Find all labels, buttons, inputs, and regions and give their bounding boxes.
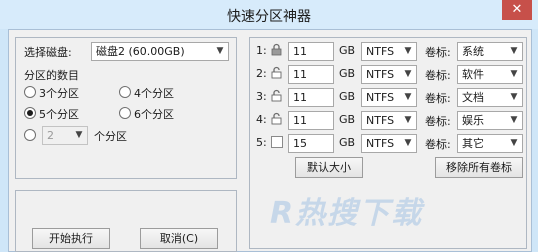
volume-label-value: 系统 xyxy=(462,45,484,58)
radio-3-label: 3个分区 xyxy=(39,87,79,100)
start-button[interactable]: 开始执行 xyxy=(32,228,110,249)
lock-open-icon[interactable] xyxy=(271,89,282,102)
chevron-down-icon: ▼ xyxy=(510,92,518,102)
size-unit: GB xyxy=(339,136,356,149)
radio-5-partitions[interactable] xyxy=(24,107,36,119)
chevron-down-icon: ▼ xyxy=(404,92,412,102)
size-unit: GB xyxy=(339,44,356,57)
partition-index: 5: xyxy=(256,136,267,149)
title-bar: 快速分区神器 ✕ xyxy=(0,0,538,29)
chevron-down-icon: ▼ xyxy=(216,46,224,56)
chevron-down-icon: ▼ xyxy=(510,46,518,56)
chevron-down-icon: ▼ xyxy=(75,130,83,140)
radio-4-partitions[interactable] xyxy=(119,86,131,98)
filesystem-select[interactable]: NTFS ▼ xyxy=(361,111,417,130)
volume-label-caption: 卷标: xyxy=(425,138,451,151)
size-unit: GB xyxy=(339,90,356,103)
custom-count-select[interactable]: 2 ▼ xyxy=(42,126,88,145)
radio-4-label: 4个分区 xyxy=(134,87,174,100)
default-size-button[interactable]: 默认大小 xyxy=(295,157,363,178)
chevron-down-icon: ▼ xyxy=(404,115,412,125)
chevron-down-icon: ▼ xyxy=(510,69,518,79)
volume-label-select[interactable]: 文档 ▼ xyxy=(457,88,523,107)
filesystem-select[interactable]: NTFS ▼ xyxy=(361,134,417,153)
filesystem-value: NTFS xyxy=(366,91,395,104)
partition-size-input[interactable]: 11 xyxy=(288,88,334,107)
filesystem-value: NTFS xyxy=(366,114,395,127)
volume-label-value: 软件 xyxy=(462,68,484,81)
watermark-logo: R热搜下载 xyxy=(270,196,424,231)
partition-checkbox[interactable] xyxy=(271,136,283,148)
partition-size-input[interactable]: 15 xyxy=(288,134,334,153)
disk-settings-panel: 选择磁盘: 磁盘2 (60.00GB) ▼ 分区的数目 3个分区 4个分区 5个… xyxy=(15,37,237,179)
volume-label-caption: 卷标: xyxy=(425,115,451,128)
radio-5-label: 5个分区 xyxy=(39,108,79,121)
custom-count-suffix: 个分区 xyxy=(94,130,127,143)
window-title: 快速分区神器 xyxy=(227,9,311,25)
volume-label-caption: 卷标: xyxy=(425,69,451,82)
chevron-down-icon: ▼ xyxy=(510,115,518,125)
disk-select[interactable]: 磁盘2 (60.00GB) ▼ xyxy=(91,42,229,61)
radio-3-partitions[interactable] xyxy=(24,86,36,98)
lock-closed-icon[interactable] xyxy=(271,43,282,56)
volume-label-value: 文档 xyxy=(462,91,484,104)
volume-label-select[interactable]: 娱乐 ▼ xyxy=(457,111,523,130)
chevron-down-icon: ▼ xyxy=(404,69,412,79)
partition-index: 2: xyxy=(256,67,267,80)
volume-label-value: 其它 xyxy=(462,137,484,150)
filesystem-value: NTFS xyxy=(366,45,395,58)
partition-index: 3: xyxy=(256,90,267,103)
volume-label-value: 娱乐 xyxy=(462,114,484,127)
partition-size-input[interactable]: 11 xyxy=(288,65,334,84)
lock-open-icon[interactable] xyxy=(271,66,282,79)
volume-label-select[interactable]: 其它 ▼ xyxy=(457,134,523,153)
volume-label-select[interactable]: 系统 ▼ xyxy=(457,42,523,61)
radio-6-label: 6个分区 xyxy=(134,108,174,121)
disk-label: 选择磁盘: xyxy=(24,46,72,59)
chevron-down-icon: ▼ xyxy=(510,138,518,148)
radio-6-partitions[interactable] xyxy=(119,107,131,119)
volume-label-caption: 卷标: xyxy=(425,46,451,59)
chevron-down-icon: ▼ xyxy=(404,46,412,56)
radio-custom-partitions[interactable] xyxy=(24,129,36,141)
action-panel: 开始执行 取消(C) xyxy=(15,190,237,252)
filesystem-select[interactable]: NTFS ▼ xyxy=(361,42,417,61)
volume-label-caption: 卷标: xyxy=(425,92,451,105)
volume-label-select[interactable]: 软件 ▼ xyxy=(457,65,523,84)
size-unit: GB xyxy=(339,113,356,126)
filesystem-value: NTFS xyxy=(366,137,395,150)
chevron-down-icon: ▼ xyxy=(404,138,412,148)
partition-size-input[interactable]: 11 xyxy=(288,42,334,61)
cancel-button[interactable]: 取消(C) xyxy=(140,228,218,249)
remove-all-labels-button[interactable]: 移除所有卷标 xyxy=(435,157,523,178)
close-button[interactable]: ✕ xyxy=(502,0,532,20)
filesystem-select[interactable]: NTFS ▼ xyxy=(361,65,417,84)
partition-index: 1: xyxy=(256,44,267,57)
custom-count-value: 2 xyxy=(47,129,54,142)
size-unit: GB xyxy=(339,67,356,80)
disk-select-value: 磁盘2 (60.00GB) xyxy=(96,45,185,58)
lock-open-icon[interactable] xyxy=(271,112,282,125)
partition-count-label: 分区的数目 xyxy=(24,69,79,82)
partition-size-input[interactable]: 11 xyxy=(288,111,334,130)
partition-index: 4: xyxy=(256,113,267,126)
filesystem-value: NTFS xyxy=(366,68,395,81)
filesystem-select[interactable]: NTFS ▼ xyxy=(361,88,417,107)
